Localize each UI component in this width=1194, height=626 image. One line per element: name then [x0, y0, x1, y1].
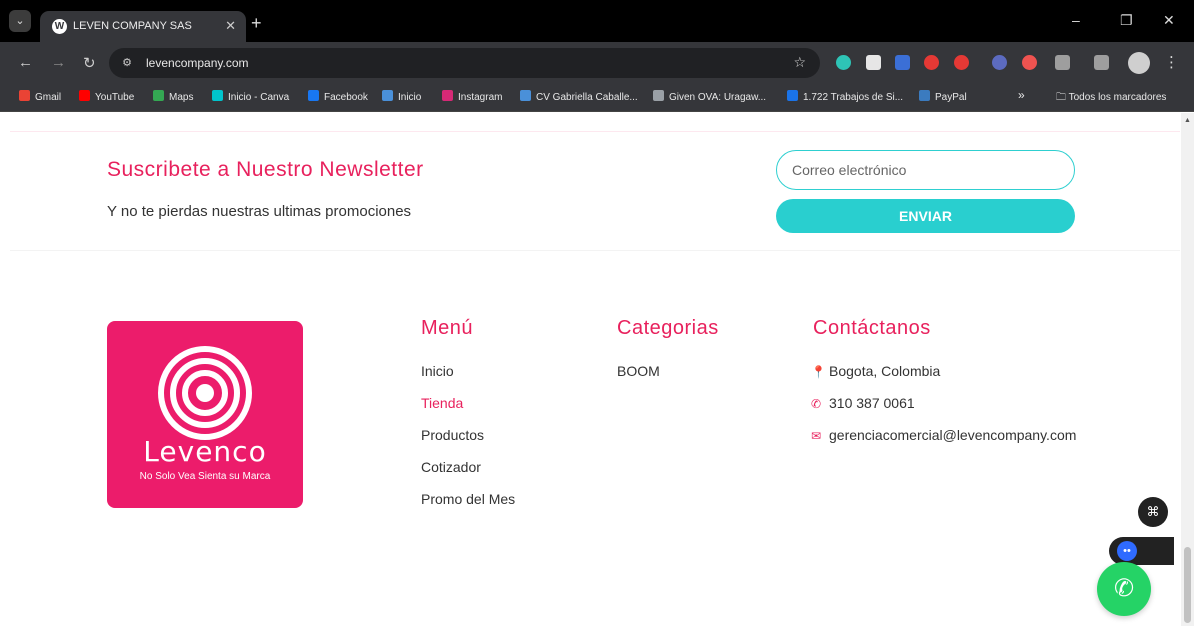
email-input[interactable]	[776, 150, 1075, 190]
extension-icon[interactable]	[1022, 55, 1037, 70]
company-logo[interactable]: Levenco No Solo Vea Sienta su Marca	[107, 321, 303, 508]
menu-link-tienda[interactable]: Tienda	[421, 395, 463, 411]
target-logo-icon	[158, 346, 252, 440]
menu-title: Menú	[421, 317, 474, 339]
page-content: Suscribete a Nuestro Newsletter Y no te …	[0, 113, 1181, 626]
bookmark-item[interactable]: YouTube	[79, 90, 134, 103]
scrollbar-thumb[interactable]	[1184, 547, 1191, 623]
forward-icon[interactable]: →	[51, 54, 66, 71]
jobs-icon	[787, 90, 798, 101]
chatbot-icon: ••	[1117, 541, 1137, 561]
wordpress-icon: W	[52, 19, 67, 34]
extension-icon[interactable]	[954, 55, 969, 70]
bookmark-item[interactable]: Instagram	[442, 90, 502, 103]
bookmark-item[interactable]: CV Gabriella Caballe...	[520, 90, 638, 103]
site-info-icon[interactable]: ⚙	[118, 55, 136, 71]
menu-link-inicio[interactable]: Inicio	[421, 363, 454, 379]
bookmark-item[interactable]: PayPal	[919, 90, 967, 103]
phone-icon: ✆	[811, 397, 822, 411]
extension-icon[interactable]	[895, 55, 910, 70]
bookmarks-overflow-button[interactable]: »	[1018, 88, 1025, 102]
contact-location[interactable]: 📍 Bogota, Colombia	[811, 363, 940, 379]
bookmark-item[interactable]: Gmail	[19, 90, 61, 103]
scroll-up-arrow-icon[interactable]: ▲	[1184, 117, 1191, 124]
bookmark-item[interactable]: Inicio	[382, 90, 421, 103]
divider	[10, 250, 1180, 251]
contact-email[interactable]: ✉ gerenciacomercial@levencompany.com	[811, 427, 1076, 443]
menu-link-cotizador[interactable]: Cotizador	[421, 459, 481, 475]
accessibility-widget-button[interactable]: ⌘	[1138, 497, 1168, 527]
youtube-icon	[79, 90, 90, 101]
extension-icon[interactable]	[992, 55, 1007, 70]
folder-icon: 🗀	[1056, 92, 1069, 103]
instagram-icon	[442, 90, 453, 101]
address-bar[interactable]: ⚙ levencompany.com ☆	[109, 48, 820, 78]
link-icon	[653, 90, 664, 101]
contact-phone[interactable]: ✆ 310 387 0061	[811, 395, 915, 411]
document-icon	[520, 90, 531, 101]
browser-tab[interactable]: W LEVEN COMPANY SAS ✕	[40, 11, 246, 42]
newsletter-subtitle: Y no te pierdas nuestras ultimas promoci…	[107, 203, 412, 220]
send-button[interactable]: ENVIAR	[776, 199, 1075, 233]
divider	[10, 131, 1180, 132]
more-menu-icon[interactable]: ⋮	[1164, 53, 1179, 71]
tab-search-icon[interactable]: ⌄	[9, 10, 31, 32]
categories-title: Categorias	[617, 317, 719, 339]
logo-wordmark: Levenco	[143, 435, 267, 468]
maps-icon	[153, 90, 164, 101]
chatbot-widget[interactable]: ••	[1109, 537, 1174, 565]
url-text: levencompany.com	[146, 56, 249, 70]
menu-link-productos[interactable]: Productos	[421, 427, 484, 443]
bookmark-item[interactable]: Maps	[153, 90, 193, 103]
back-icon[interactable]: ←	[18, 54, 33, 71]
bookmark-item[interactable]: Facebook	[308, 90, 368, 103]
reload-icon[interactable]: ↻	[83, 54, 96, 72]
canva-icon	[212, 90, 223, 101]
adblock-icon[interactable]	[924, 55, 939, 70]
tab-title: LEVEN COMPANY SAS	[73, 20, 192, 32]
paypal-icon	[919, 90, 930, 101]
close-tab-icon[interactable]: ✕	[225, 18, 236, 34]
grammarly-icon[interactable]	[836, 55, 851, 70]
bookmarks-bar: Gmail YouTube Maps Inicio - Canva Facebo…	[0, 84, 1194, 112]
page-scrollbar[interactable]: ▲	[1181, 113, 1194, 626]
all-bookmarks-folder[interactable]: 🗀 Todos los marcadores	[1056, 90, 1166, 107]
whatsapp-button[interactable]: ✆	[1097, 562, 1151, 616]
menu-link-promo[interactable]: Promo del Mes	[421, 491, 515, 507]
mail-icon: ✉	[811, 429, 822, 443]
profile-avatar[interactable]	[1128, 52, 1150, 74]
minimize-button[interactable]: –	[1072, 12, 1080, 28]
extensions-puzzle-icon[interactable]	[1055, 55, 1070, 70]
bookmark-item[interactable]: Given OVA: Uragaw...	[653, 90, 766, 103]
browser-tab-strip: ⌄ W LEVEN COMPANY SAS ✕ + – ❐ ✕	[0, 0, 1194, 42]
reading-list-icon[interactable]	[1094, 55, 1109, 70]
gmail-icon	[19, 90, 30, 101]
facebook-icon	[308, 90, 319, 101]
bookmark-star-icon[interactable]: ☆	[793, 54, 806, 71]
category-link-boom[interactable]: BOOM	[617, 363, 660, 379]
docs-icon	[382, 90, 393, 101]
bookmark-item[interactable]: Inicio - Canva	[212, 90, 289, 103]
location-pin-icon: 📍	[811, 365, 826, 379]
extension-icon[interactable]	[866, 55, 881, 70]
contact-title: Contáctanos	[813, 317, 931, 339]
logo-tagline: No Solo Vea Sienta su Marca	[139, 471, 271, 482]
browser-toolbar: ← → ↻ ⚙ levencompany.com ☆ ⋮	[0, 42, 1194, 84]
newsletter-title: Suscribete a Nuestro Newsletter	[107, 158, 424, 181]
close-window-button[interactable]: ✕	[1163, 12, 1175, 29]
bookmark-item[interactable]: 1.722 Trabajos de Si...	[787, 90, 903, 103]
new-tab-button[interactable]: +	[251, 13, 262, 34]
restore-button[interactable]: ❐	[1120, 12, 1133, 29]
